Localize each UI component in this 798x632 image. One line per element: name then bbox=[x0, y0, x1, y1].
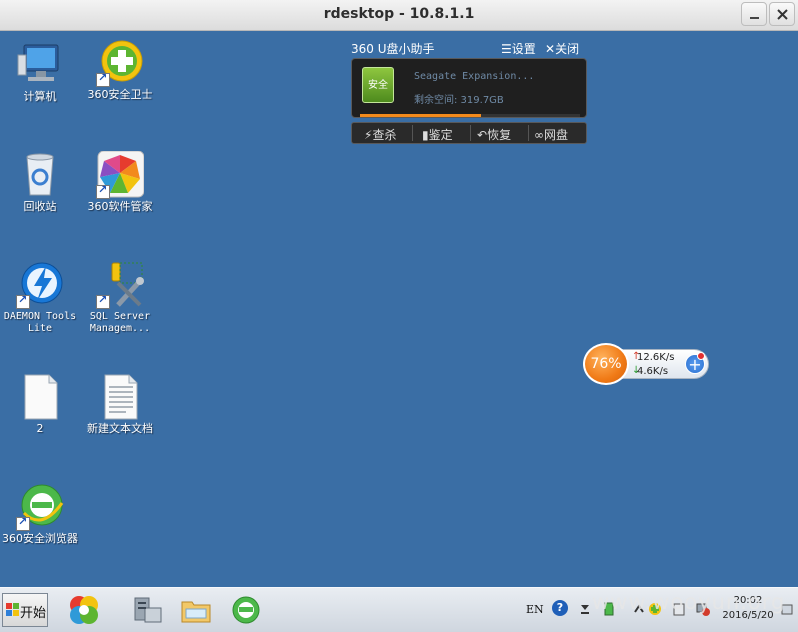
desktop-icon-label: 360安全卫士 bbox=[87, 88, 153, 101]
close-icon bbox=[777, 9, 788, 20]
sql-server-tools-icon bbox=[96, 261, 144, 309]
usb-close-label: 关闭 bbox=[555, 42, 580, 56]
usb-drive-panel: 安全 Seagate Expansion... 剩余空间: 319.7GB bbox=[351, 58, 587, 118]
usb-action-label: 鉴定 bbox=[428, 128, 453, 142]
usb-cloud-button[interactable]: ∞网盘 bbox=[534, 126, 568, 143]
usb-helper-header: 360 U盘小助手 ☰设置 ✕关闭 bbox=[351, 38, 587, 56]
usb-settings-label: 设置 bbox=[511, 42, 536, 56]
divider bbox=[528, 125, 529, 141]
cpu-percent-ball[interactable]: 76% bbox=[583, 343, 629, 385]
usb-close-button[interactable]: ✕关闭 bbox=[545, 40, 579, 57]
desktop-icon-label: 360软件管家 bbox=[87, 200, 153, 213]
shortcut-arrow-icon bbox=[16, 293, 30, 309]
desktop-icon-recycle-bin[interactable]: 回收站 bbox=[0, 151, 80, 213]
divider bbox=[412, 125, 413, 141]
usb-helper-title: 360 U盘小助手 bbox=[351, 42, 435, 56]
360-safe-icon bbox=[96, 39, 144, 87]
close-button[interactable] bbox=[769, 2, 795, 26]
usb-stick-icon: ▮ bbox=[422, 128, 429, 142]
language-indicator[interactable]: EN bbox=[526, 603, 544, 616]
desktop-icon-label: SQL Server Managem... bbox=[89, 311, 151, 334]
usb-action-label: 恢复 bbox=[487, 128, 512, 142]
link-icon: ∞ bbox=[534, 128, 544, 142]
usb-action-bar: ⚡查杀 ▮鉴定 ↶恢复 ∞网盘 bbox=[351, 122, 587, 144]
taskbar-server-manager-icon[interactable] bbox=[131, 594, 163, 626]
desktop-icon-computer[interactable]: 计算机 bbox=[0, 41, 80, 103]
desktop-icon-label: 计算机 bbox=[23, 90, 57, 103]
desktop-icon-360-safe[interactable]: 360安全卫士 bbox=[80, 39, 160, 101]
computer-icon bbox=[16, 41, 64, 89]
usb-usage-fill bbox=[360, 114, 481, 117]
desktop-icon-file-2[interactable]: 2 bbox=[0, 373, 80, 435]
desktop-icon-new-text-document[interactable]: 新建文本文档 bbox=[80, 373, 160, 435]
usb-action-label: 查杀 bbox=[372, 128, 397, 142]
desktop-icon-sql-server-management[interactable]: SQL Server Managem... bbox=[80, 261, 160, 335]
start-button[interactable]: 开始 bbox=[2, 593, 48, 627]
taskbar-360-browser-icon[interactable] bbox=[230, 594, 262, 626]
usb-restore-button[interactable]: ↶恢复 bbox=[477, 126, 511, 143]
usb-identify-button[interactable]: ▮鉴定 bbox=[422, 126, 453, 143]
desktop-icon-daemon-tools[interactable]: DAEMON Tools Lite bbox=[0, 261, 80, 335]
text-document-icon bbox=[96, 373, 144, 421]
usb-usage-bar bbox=[360, 114, 580, 117]
window-title: rdesktop - 10.8.1.1 bbox=[323, 6, 475, 22]
divider bbox=[470, 125, 471, 141]
daemon-tools-icon bbox=[16, 261, 64, 309]
desktop-icon-360-browser[interactable]: 360安全浏览器 bbox=[0, 483, 80, 545]
usb-settings-button[interactable]: ☰设置 bbox=[501, 40, 536, 57]
help-icon[interactable]: ? bbox=[552, 600, 568, 616]
usb-free-space: 剩余空间: 319.7GB bbox=[414, 95, 504, 106]
usb-drive-name: Seagate Expansion... bbox=[414, 71, 535, 82]
360-browser-icon bbox=[16, 483, 64, 531]
list-icon: ☰ bbox=[501, 42, 512, 56]
taskbar-file-explorer-icon[interactable] bbox=[180, 594, 212, 626]
windows-logo-icon bbox=[6, 603, 19, 616]
watermark: www.wooyun.org bbox=[592, 590, 786, 614]
download-speed: 4.6K/s bbox=[637, 366, 669, 377]
usb-safe-badge: 安全 bbox=[368, 80, 388, 91]
desktop-icon-label: 新建文本文档 bbox=[87, 422, 153, 435]
start-label: 开始 bbox=[20, 606, 47, 621]
taskbar-360-software-manager-icon[interactable] bbox=[68, 594, 100, 626]
shortcut-arrow-icon bbox=[96, 71, 110, 87]
desktop-icon-label: 360安全浏览器 bbox=[2, 532, 78, 545]
window-titlebar: rdesktop - 10.8.1.1 bbox=[0, 0, 798, 31]
usb-drive-icon: 安全 bbox=[362, 67, 394, 103]
close-icon: ✕ bbox=[545, 42, 556, 56]
shortcut-arrow-icon bbox=[16, 515, 30, 531]
undo-icon: ↶ bbox=[477, 128, 488, 142]
notification-dot bbox=[697, 352, 705, 360]
360-software-manager-icon bbox=[96, 150, 145, 199]
usb-action-label: 网盘 bbox=[544, 128, 569, 142]
shortcut-arrow-icon bbox=[96, 293, 110, 309]
minimize-button[interactable] bbox=[741, 2, 767, 26]
upload-speed: 12.6K/s bbox=[637, 352, 675, 363]
recycle-bin-icon bbox=[16, 151, 64, 199]
desktop-icon-label: DAEMON Tools Lite bbox=[3, 311, 77, 334]
desktop-icon-360-software-manager[interactable]: 360软件管家 bbox=[80, 150, 160, 213]
usb-scan-button[interactable]: ⚡查杀 bbox=[364, 126, 396, 143]
tray-expand-icon[interactable] bbox=[578, 601, 592, 615]
blank-file-icon bbox=[16, 373, 64, 421]
network-meter[interactable]: 76% ↑ 12.6K/s ↓ 4.6K/s + bbox=[583, 343, 711, 385]
desktop-icon-label: 2 bbox=[36, 422, 44, 435]
desktop-icon-label: 回收站 bbox=[23, 200, 57, 213]
shortcut-arrow-icon bbox=[96, 183, 110, 199]
